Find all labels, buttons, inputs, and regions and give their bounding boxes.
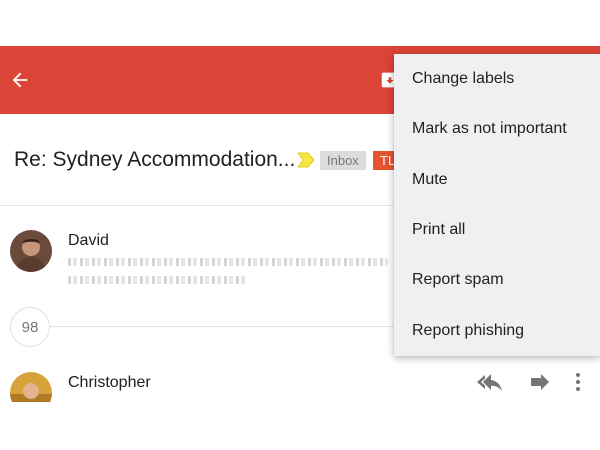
thread-subject: Re: Sydney Accommodation... — [14, 148, 296, 171]
menu-item-change-labels[interactable]: Change labels — [394, 54, 600, 104]
more-options-button[interactable] — [568, 370, 588, 394]
back-button[interactable] — [0, 46, 40, 114]
message-snippet — [68, 258, 388, 266]
more-vert-icon — [576, 373, 580, 391]
sender-name: Christopher — [68, 374, 151, 391]
divider — [50, 326, 410, 327]
reply-all-button[interactable] — [476, 370, 504, 394]
menu-item-mute[interactable]: Mute — [394, 155, 600, 205]
message-christopher[interactable]: Christopher — [0, 362, 600, 402]
collapsed-count[interactable]: 98 — [10, 307, 50, 347]
avatar — [10, 230, 52, 272]
importance-marker-icon[interactable] — [297, 152, 315, 168]
sender-name: David — [68, 232, 109, 249]
forward-button[interactable] — [528, 370, 552, 394]
message-snippet — [68, 276, 248, 284]
forward-icon — [531, 374, 549, 390]
label-inbox[interactable]: Inbox — [320, 151, 366, 170]
menu-item-mark-not-important[interactable]: Mark as not important — [394, 104, 600, 154]
avatar — [10, 372, 52, 402]
menu-item-report-phishing[interactable]: Report phishing — [394, 305, 600, 355]
arrow-back-icon — [12, 72, 28, 88]
menu-item-report-spam[interactable]: Report spam — [394, 255, 600, 305]
menu-item-print-all[interactable]: Print all — [394, 205, 600, 255]
reply-all-icon — [477, 374, 502, 391]
overflow-menu: Change labels Mark as not important Mute… — [394, 54, 600, 356]
